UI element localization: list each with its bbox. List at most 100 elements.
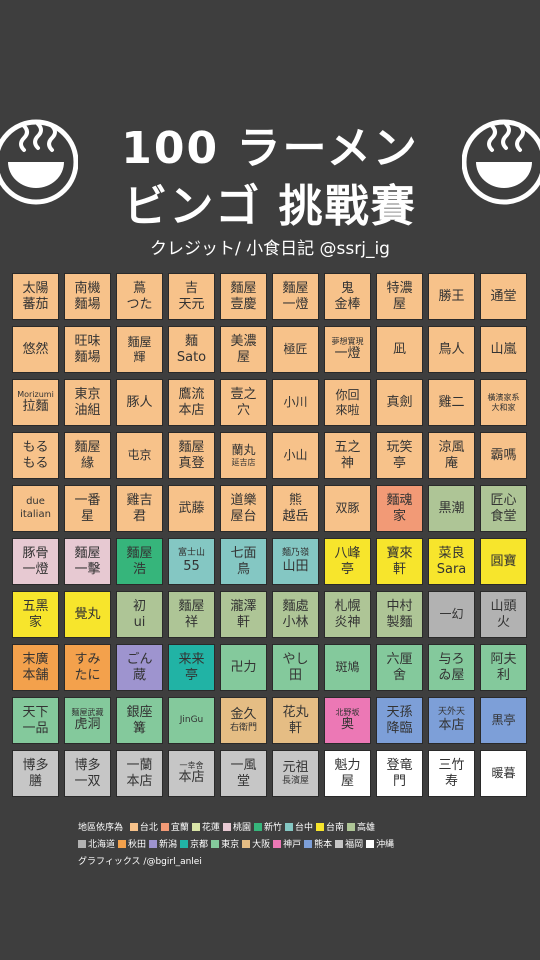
bingo-cell[interactable]: 阿夫利	[480, 644, 527, 691]
bingo-cell[interactable]: 斑鳩	[324, 644, 371, 691]
bingo-cell[interactable]: due italian	[12, 485, 59, 532]
bingo-cell[interactable]: 五之神	[324, 432, 371, 479]
bingo-cell[interactable]: 悠然	[12, 326, 59, 373]
bingo-cell[interactable]: 覺丸	[64, 591, 111, 638]
bingo-cell[interactable]: 小川	[272, 379, 319, 426]
bingo-cell[interactable]: 鷹流 本店	[168, 379, 215, 426]
bingo-cell[interactable]: 涼風庵	[428, 432, 475, 479]
bingo-cell[interactable]: 三竹寿	[428, 750, 475, 797]
bingo-cell[interactable]: 玩笑亭	[376, 432, 423, 479]
bingo-cell[interactable]: 橫濱家系 大和家	[480, 379, 527, 426]
bingo-cell[interactable]: 麵 Sato	[168, 326, 215, 373]
bingo-cell[interactable]: 来来亭	[168, 644, 215, 691]
bingo-cell[interactable]: 豚人	[116, 379, 163, 426]
bingo-cell[interactable]: 末廣 本舗	[12, 644, 59, 691]
bingo-cell[interactable]: 天外天 本店	[428, 697, 475, 744]
bingo-cell[interactable]: 麵魂家	[376, 485, 423, 532]
bingo-cell[interactable]: 熊越岳	[272, 485, 319, 532]
bingo-cell[interactable]: 道樂 屋台	[220, 485, 267, 532]
bingo-cell[interactable]: もる もる	[12, 432, 59, 479]
bingo-cell[interactable]: 麵屋祥	[168, 591, 215, 638]
bingo-cell[interactable]: 六厘舍	[376, 644, 423, 691]
bingo-cell[interactable]: 天孫 降臨	[376, 697, 423, 744]
bingo-cell[interactable]: 黒潮	[428, 485, 475, 532]
bingo-cell[interactable]: 麵屋浩	[116, 538, 163, 585]
bingo-cell[interactable]: 霸嗎	[480, 432, 527, 479]
bingo-cell[interactable]: 美濃屋	[220, 326, 267, 373]
bingo-cell[interactable]: 博多 一双	[64, 750, 111, 797]
bingo-cell[interactable]: 銀座篝	[116, 697, 163, 744]
bingo-cell[interactable]: 富士山 55	[168, 538, 215, 585]
bingo-cell[interactable]: 旺味 麵場	[64, 326, 111, 373]
bingo-cell[interactable]: やし田	[272, 644, 319, 691]
bingo-cell[interactable]: 東京 油組	[64, 379, 111, 426]
bingo-cell[interactable]: 卍力	[220, 644, 267, 691]
bingo-cell[interactable]: 太陽 蕃茄	[12, 273, 59, 320]
bingo-cell[interactable]: 蘭丸 延吉店	[220, 432, 267, 479]
bingo-cell[interactable]: 特濃屋	[376, 273, 423, 320]
bingo-cell[interactable]: 真劍	[376, 379, 423, 426]
bingo-cell[interactable]: 麵處 小林	[272, 591, 319, 638]
bingo-cell[interactable]: 屯京	[116, 432, 163, 479]
bingo-cell[interactable]: 双豚	[324, 485, 371, 532]
bingo-cell[interactable]: 吉天元	[168, 273, 215, 320]
bingo-cell[interactable]: 寶來軒	[376, 538, 423, 585]
bingo-cell[interactable]: 蔦つた	[116, 273, 163, 320]
bingo-cell[interactable]: 麵屋輝	[116, 326, 163, 373]
bingo-cell[interactable]: 天下 一品	[12, 697, 59, 744]
bingo-cell[interactable]: 麵屋緣	[64, 432, 111, 479]
bingo-cell[interactable]: 一番星	[64, 485, 111, 532]
bingo-cell[interactable]: 北野坂奥	[324, 697, 371, 744]
bingo-cell[interactable]: 与ろ ゐ屋	[428, 644, 475, 691]
bingo-cell[interactable]: 麵屋 壹慶	[220, 273, 267, 320]
bingo-cell[interactable]: 你回 來啦	[324, 379, 371, 426]
bingo-cell[interactable]: 初 ui	[116, 591, 163, 638]
bingo-cell[interactable]: 夢想實現 一燈	[324, 326, 371, 373]
bingo-cell[interactable]: 一幸舍 本店	[168, 750, 215, 797]
bingo-cell[interactable]: 圓寶	[480, 538, 527, 585]
bingo-cell[interactable]: 壹之穴	[220, 379, 267, 426]
bingo-cell[interactable]: 雞吉君	[116, 485, 163, 532]
bingo-cell[interactable]: 中村 製麵	[376, 591, 423, 638]
bingo-cell[interactable]: 極匠	[272, 326, 319, 373]
bingo-cell[interactable]: 札幌 炎神	[324, 591, 371, 638]
bingo-cell[interactable]: 金久 右衛門	[220, 697, 267, 744]
bingo-cell[interactable]: 豚骨 一燈	[12, 538, 59, 585]
bingo-cell[interactable]: 凪	[376, 326, 423, 373]
bingo-cell[interactable]: 麵屋武藏 虎洞	[64, 697, 111, 744]
bingo-cell[interactable]: 鳥人	[428, 326, 475, 373]
bingo-cell[interactable]: 雞二	[428, 379, 475, 426]
bingo-cell[interactable]: 花丸軒	[272, 697, 319, 744]
bingo-cell[interactable]: 魁力屋	[324, 750, 371, 797]
bingo-cell[interactable]: 匠心 食堂	[480, 485, 527, 532]
bingo-cell[interactable]: Morizumi 拉麵	[12, 379, 59, 426]
bingo-cell[interactable]: 山頭火	[480, 591, 527, 638]
bingo-cell[interactable]: 一蘭 本店	[116, 750, 163, 797]
bingo-cell[interactable]: 暖暮	[480, 750, 527, 797]
bingo-cell[interactable]: 麵乃嶺 山田	[272, 538, 319, 585]
bingo-cell[interactable]: ごん蔵	[116, 644, 163, 691]
bingo-cell[interactable]: 山嵐	[480, 326, 527, 373]
bingo-cell[interactable]: 博多膳	[12, 750, 59, 797]
bingo-cell[interactable]: 八峰亭	[324, 538, 371, 585]
bingo-cell[interactable]: 元祖 長濱屋	[272, 750, 319, 797]
bingo-cell[interactable]: 瀧澤軒	[220, 591, 267, 638]
bingo-cell[interactable]: 鬼金棒	[324, 273, 371, 320]
bingo-cell[interactable]: 勝王	[428, 273, 475, 320]
bingo-cell[interactable]: JinGu	[168, 697, 215, 744]
bingo-cell[interactable]: 南機 麵場	[64, 273, 111, 320]
bingo-cell[interactable]: 黒亭	[480, 697, 527, 744]
bingo-cell[interactable]: 一幻	[428, 591, 475, 638]
bingo-cell[interactable]: 通堂	[480, 273, 527, 320]
bingo-cell[interactable]: すみ たに	[64, 644, 111, 691]
bingo-cell[interactable]: 菜良 Sara	[428, 538, 475, 585]
bingo-cell[interactable]: 一風堂	[220, 750, 267, 797]
bingo-cell[interactable]: 小山	[272, 432, 319, 479]
bingo-cell[interactable]: 登竜門	[376, 750, 423, 797]
bingo-cell[interactable]: 五黑家	[12, 591, 59, 638]
bingo-cell[interactable]: 七面鳥	[220, 538, 267, 585]
bingo-cell[interactable]: 麵屋 真登	[168, 432, 215, 479]
bingo-cell[interactable]: 麵屋 一擊	[64, 538, 111, 585]
bingo-cell[interactable]: 麵屋 一燈	[272, 273, 319, 320]
bingo-cell[interactable]: 武藤	[168, 485, 215, 532]
